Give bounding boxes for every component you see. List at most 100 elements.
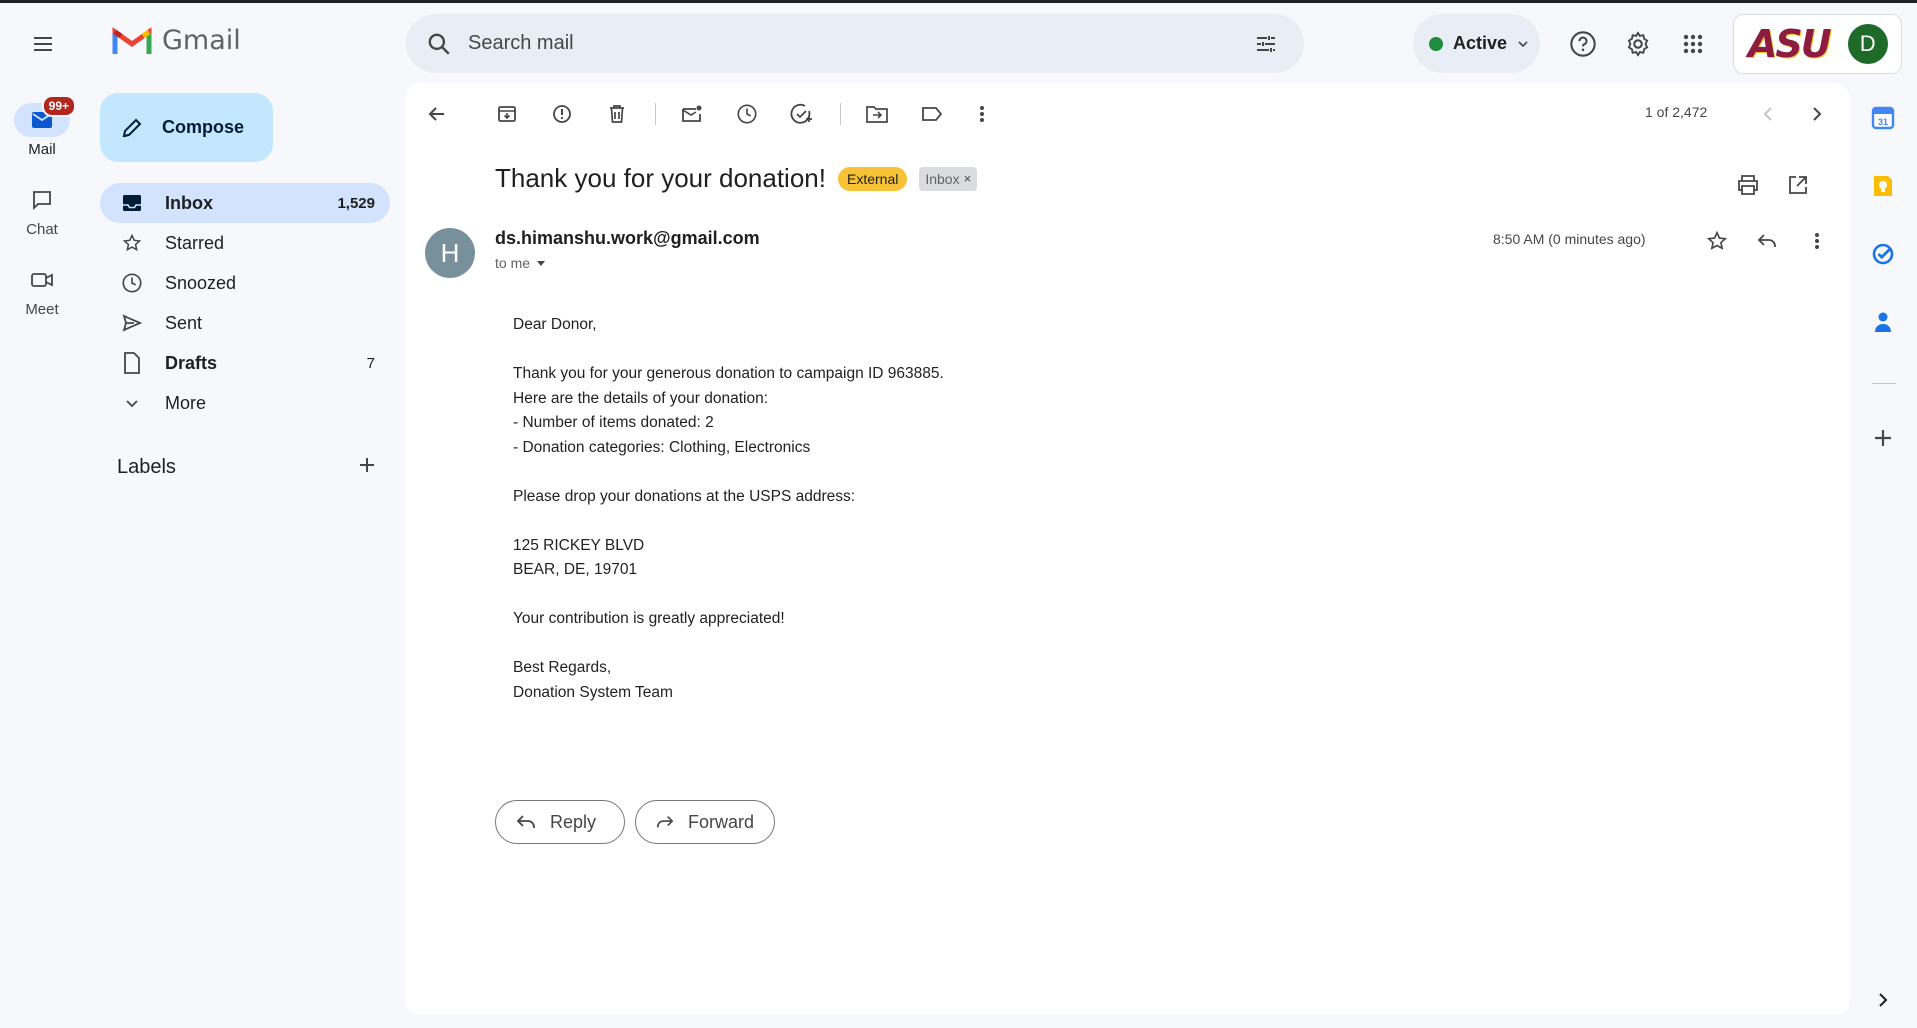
search-options-icon[interactable] [1246,24,1286,64]
plus-icon [1875,430,1891,446]
reply-icon [516,815,535,828]
message-more-button[interactable] [1797,221,1837,261]
forward-icon [656,816,674,828]
chevron-down-icon [120,391,144,415]
task-add-icon [790,103,812,124]
move-to-button[interactable] [857,94,897,134]
print-icon [1738,175,1758,195]
pagination-label: 1 of 2,472 [1645,104,1708,120]
star-button[interactable] [1697,221,1737,261]
status-dot [1429,36,1443,51]
reply-label: Reply [550,811,597,832]
back-button[interactable] [417,94,457,134]
labels-button[interactable] [912,94,952,134]
sidebar-item-starred[interactable]: Starred [100,223,390,263]
body-line: BEAR, DE, 19701 [513,561,638,578]
rail-item-mail[interactable]: 99+ Mail [0,95,84,158]
svg-text:31: 31 [1878,117,1888,127]
open-new-window-button[interactable] [1778,165,1818,205]
body-line: Best Regards, [513,659,612,676]
contacts-icon [1875,312,1891,332]
reply-icon-button[interactable] [1747,221,1787,261]
search-input[interactable]: Search mail [468,32,1246,55]
contacts-app-button[interactable] [1864,303,1902,341]
apps-button[interactable] [1673,24,1713,64]
archive-button[interactable] [487,94,527,134]
more-actions-button[interactable] [962,94,1002,134]
chevron-right-icon [1879,993,1888,1007]
gmail-logo[interactable]: Gmail [112,25,241,56]
settings-button[interactable] [1618,24,1658,64]
account-switcher[interactable]: ASU D [1733,14,1902,74]
trash-icon [610,105,624,123]
sender-avatar[interactable]: H [425,228,475,278]
chevron-left-icon [1763,107,1772,121]
sidebar-item-label: Inbox [165,192,213,213]
sidebar-item-more[interactable]: More [100,383,390,423]
body-line: 125 RICKEY BLVD [513,536,645,554]
hamburger-icon [34,37,52,51]
delete-button[interactable] [597,94,637,134]
body-line [513,632,944,657]
newer-button[interactable] [1748,94,1788,134]
send-icon [120,311,144,335]
sidebar-item-inbox[interactable]: Inbox 1,529 [100,183,390,223]
recipient-details[interactable]: to me [495,255,546,271]
sidebar-item-label: Sent [165,312,203,333]
body-line: Your contribution is greatly appreciated… [513,610,785,627]
rail-item-chat[interactable]: Chat [0,183,84,238]
add-label-button[interactable] [357,455,377,480]
print-button[interactable] [1728,165,1768,205]
side-panel: 31 [1850,83,1917,1028]
forward-button[interactable]: Forward [635,800,775,844]
sidebar-nav: Inbox 1,529 Starred Snoozed Sent Drafts … [100,183,390,423]
mark-unread-button[interactable] [672,94,712,134]
sidebar-item-label: Drafts [165,352,218,373]
email-body: Dear Donor, Thank you for your generous … [513,313,944,705]
search-bar[interactable]: Search mail [406,14,1304,73]
recipient-label: to me [495,255,531,271]
star-icon [1706,230,1728,250]
main-menu-button[interactable] [22,23,64,65]
app-rail: 99+ Mail Chat Meet [0,83,84,1028]
toolbar-divider [655,103,656,125]
calendar-icon: 31 [1871,106,1895,130]
inbox-tag[interactable]: Inbox × [919,166,978,191]
labels-header: Labels [117,455,377,480]
forward-label: Forward [687,811,754,832]
email-view: 1 of 2,472 Thank you for your donation! … [405,83,1850,1015]
sidebar-item-sent[interactable]: Sent [100,303,390,343]
clock-icon [737,104,757,124]
add-to-tasks-button[interactable] [782,94,822,134]
tasks-app-button[interactable] [1864,235,1902,273]
body-line [513,509,944,534]
report-icon [553,105,571,123]
snooze-button[interactable] [727,94,767,134]
external-tag: External [837,166,908,191]
rail-label-chat: Chat [26,221,58,238]
remove-label-icon[interactable]: × [964,171,972,186]
sidebar-item-drafts[interactable]: Drafts 7 [100,343,390,383]
rail-item-meet[interactable]: Meet [0,263,84,318]
open-in-new-icon [1789,176,1807,194]
status-button[interactable]: Active [1413,14,1540,73]
sidebar-item-snoozed[interactable]: Snoozed [100,263,390,303]
report-spam-button[interactable] [542,94,582,134]
reply-button[interactable]: Reply [495,800,625,844]
arrow-left-icon [428,107,444,121]
sender-address[interactable]: ds.himanshu.work@gmail.com [495,228,760,249]
chevron-down-icon [1518,40,1528,47]
label-icon [922,107,943,121]
keep-app-button[interactable] [1864,167,1902,205]
compose-button[interactable]: Compose [100,93,273,162]
older-button[interactable] [1797,94,1837,134]
help-button[interactable] [1563,24,1603,64]
hide-side-panel-button[interactable] [1864,981,1902,1019]
calendar-app-button[interactable]: 31 [1864,99,1902,137]
get-addons-button[interactable] [1864,419,1902,457]
move-to-folder-icon [866,106,888,123]
account-avatar[interactable]: D [1847,24,1888,64]
body-line: Donation System Team [513,683,673,701]
search-icon[interactable] [424,29,454,59]
body-line [513,338,944,363]
